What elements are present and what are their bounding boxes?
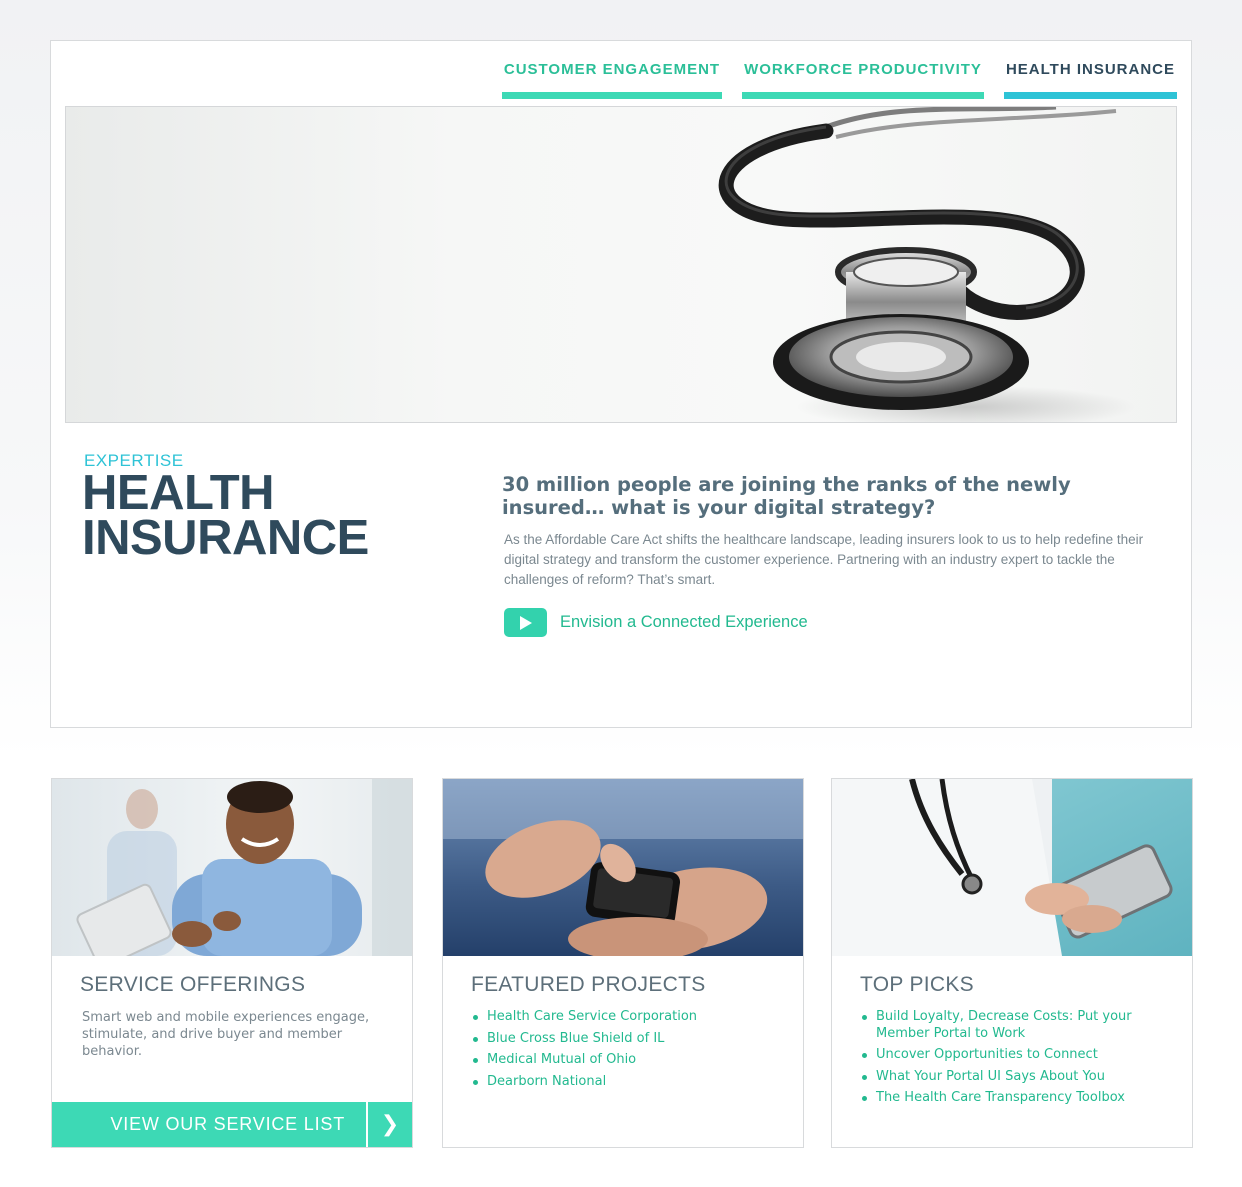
tab-indicator	[501, 92, 723, 99]
tab-label: WORKFORCE PRODUCTIVITY	[744, 61, 982, 78]
page-title: HEALTH INSURANCE	[82, 466, 369, 565]
expertise-panel: CUSTOMER ENGAGEMENT WORKFORCE PRODUCTIVI…	[50, 40, 1192, 728]
card-description: Smart web and mobile experiences engage,…	[82, 1010, 370, 1059]
tab-customer-engagement[interactable]: CUSTOMER ENGAGEMENT	[501, 61, 723, 99]
view-service-list-button[interactable]: VIEW OUR SERVICE LIST ❯	[52, 1102, 412, 1147]
list-item-link[interactable]: Build Loyalty, Decrease Costs: Put your …	[860, 1009, 1180, 1042]
list-item-link[interactable]: Medical Mutual of Ohio	[471, 1052, 791, 1069]
card-service-offerings: SERVICE OFFERINGS Smart web and mobile e…	[51, 778, 413, 1148]
tab-workforce-productivity[interactable]: WORKFORCE PRODUCTIVITY	[742, 61, 984, 99]
video-link-label[interactable]: Envision a Connected Experience	[560, 613, 808, 632]
stethoscope-illustration	[718, 107, 1136, 422]
list-item-link[interactable]: Health Care Service Corporation	[471, 1009, 791, 1026]
doctor-with-tablet-photo	[832, 779, 1192, 956]
intro-headline: 30 million people are joining the ranks …	[502, 473, 1071, 519]
hero-stethoscope-image	[65, 106, 1177, 423]
list-item-link[interactable]: Dearborn National	[471, 1074, 791, 1091]
card-title: FEATURED PROJECTS	[471, 973, 706, 996]
top-picks-list: Build Loyalty, Decrease Costs: Put your …	[860, 1009, 1180, 1112]
tab-indicator	[742, 92, 984, 99]
list-item-link[interactable]: The Health Care Transparency Toolbox	[860, 1090, 1180, 1107]
tab-label: HEALTH INSURANCE	[1005, 61, 1175, 78]
man-with-tablet-photo	[52, 779, 412, 956]
intro-body: As the Affordable Care Act shifts the he…	[504, 532, 1144, 587]
featured-projects-list: Health Care Service Corporation Blue Cro…	[471, 1009, 791, 1095]
tab-indicator	[1003, 92, 1177, 99]
tab-health-insurance[interactable]: HEALTH INSURANCE	[1003, 61, 1177, 99]
tab-label: CUSTOMER ENGAGEMENT	[503, 61, 721, 78]
video-link[interactable]: Envision a Connected Experience	[504, 608, 808, 637]
cta-label: VIEW OUR SERVICE LIST	[110, 1114, 345, 1134]
card-title: TOP PICKS	[860, 973, 974, 996]
card-featured-projects: FEATURED PROJECTS Health Care Service Co…	[442, 778, 804, 1148]
card-top-picks: TOP PICKS Build Loyalty, Decrease Costs:…	[831, 778, 1193, 1148]
list-item-link[interactable]: Blue Cross Blue Shield of IL	[471, 1031, 791, 1048]
chevron-right-icon: ❯	[366, 1102, 412, 1147]
section-tabs: CUSTOMER ENGAGEMENT WORKFORCE PRODUCTIVI…	[501, 61, 1177, 99]
play-icon[interactable]	[504, 608, 547, 637]
card-title: SERVICE OFFERINGS	[80, 973, 306, 996]
list-item-link[interactable]: What Your Portal UI Says About You	[860, 1069, 1180, 1086]
hands-smartphone-photo	[443, 779, 803, 956]
list-item-link[interactable]: Uncover Opportunities to Connect	[860, 1047, 1180, 1064]
